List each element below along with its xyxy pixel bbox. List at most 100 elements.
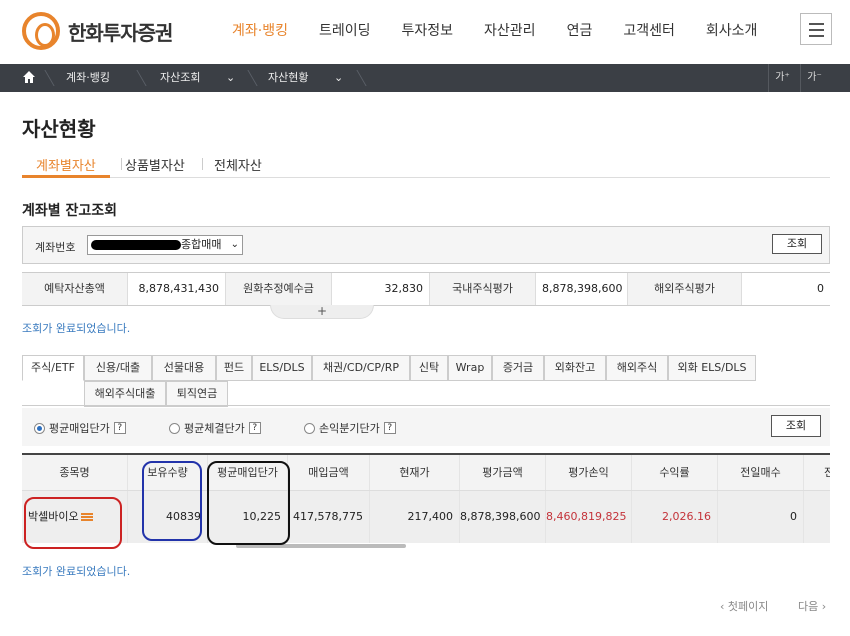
tab-els-dls[interactable]: ELS/DLS (252, 355, 312, 381)
font-size-down-button[interactable]: 가⁻ (800, 64, 828, 92)
holdings-grid: 종목명 보유수량 평균매입단가 매입금액 현재가 평가금액 평가손익 수익률 전… (22, 453, 830, 548)
nav-item-account-banking[interactable]: 계좌·뱅킹 (232, 20, 288, 40)
section-title: 계좌별 잔고조회 (22, 203, 118, 219)
summary-value: 8,878,398,600 (536, 273, 628, 305)
horizontal-scrollbar[interactable] (236, 544, 406, 548)
cell-eval-amount: 8,878,398,600 (460, 491, 546, 543)
summary-label: 해외주식평가 (628, 273, 742, 305)
cell-current-price: 217,400 (370, 491, 460, 543)
col-header-purchase-amount[interactable]: 매입금액 (288, 455, 370, 490)
page-title: 자산현황 (22, 117, 96, 141)
menu-lines-icon[interactable] (80, 513, 93, 521)
breadcrumb-item-account-banking[interactable]: 계좌·뱅킹 (66, 64, 110, 92)
tab-fund[interactable]: 펀드 (216, 355, 252, 381)
nav-item-asset-management[interactable]: 자산관리 (484, 20, 536, 40)
tab-stock-etf[interactable]: 주식/ETF (22, 355, 84, 381)
cell-avg-price: 10,225 (208, 491, 288, 543)
tab-trust[interactable]: 신탁 (410, 355, 448, 381)
radio-label: 평균체결단가 (184, 422, 245, 435)
col-header-prev-day-buy[interactable]: 전일매수 (718, 455, 804, 490)
radio-breakeven-price[interactable]: 손익분기단가 ? (304, 420, 396, 436)
account-query-button[interactable]: 조회 (772, 234, 822, 254)
nav-item-investment-info[interactable]: 투자정보 (402, 20, 454, 40)
col-header-current-price[interactable]: 현재가 (370, 455, 460, 490)
chevron-down-icon[interactable]: ⌄ (334, 64, 343, 92)
table-row[interactable]: 박셀바이오 40839 10,225 417,578,775 217,400 8… (22, 491, 830, 543)
menu-line-icon (809, 29, 824, 31)
nav-item-company[interactable]: 회사소개 (706, 20, 758, 40)
brand-logo[interactable]: 한화투자증권 (22, 12, 173, 50)
col-header-quantity[interactable]: 보유수량 (128, 455, 208, 490)
holdings-query-button[interactable]: 조회 (771, 415, 821, 437)
nav-item-customer-center[interactable]: 고객센터 (623, 20, 675, 40)
tab-fx-balance[interactable]: 외화잔고 (544, 355, 606, 381)
pager-first-label[interactable]: 첫페이지 (728, 600, 768, 613)
chevron-down-icon: ⌄ (230, 239, 239, 250)
cell-return-rate: 2,026.16 (632, 491, 718, 543)
tab-divider (202, 158, 203, 170)
logo-mark-icon (22, 12, 60, 50)
tab-bond-cd-cp-rp[interactable]: 채권/CD/CP/RP (312, 355, 410, 381)
summary-value: 32,830 (332, 273, 430, 305)
summary-value: 8,878,431,430 (128, 273, 226, 305)
hamburger-menu-button[interactable] (800, 13, 832, 45)
breadcrumb-item-asset-status[interactable]: 자산현황 (268, 64, 308, 92)
cell-purchase-amount: 417,578,775 (288, 491, 370, 543)
radio-avg-purchase-price[interactable]: 평균매입단가 ? (34, 420, 126, 436)
brand-name: 한화투자증권 (68, 20, 173, 45)
col-header-return-rate[interactable]: 수익률 (632, 455, 718, 490)
help-icon[interactable]: ? (248, 422, 261, 434)
help-icon[interactable]: ? (113, 422, 126, 434)
menu-line-icon (809, 23, 824, 25)
nav-item-pension[interactable]: 연금 (567, 20, 593, 40)
cell-prev-day-buy: 0 (718, 491, 804, 543)
radio-unchecked-icon (169, 422, 180, 434)
home-icon[interactable] (22, 70, 36, 84)
font-size-up-button[interactable]: 가⁺ (768, 64, 796, 92)
col-header-name[interactable]: 종목명 (22, 455, 128, 490)
pager-first-page[interactable]: ‹ 첫페이지 (720, 598, 768, 614)
tab-account-assets[interactable]: 계좌별자산 (36, 155, 96, 174)
breadcrumb-separator (238, 70, 258, 86)
tab-overseas-stock[interactable]: 해외주식 (606, 355, 668, 381)
nav-item-trading[interactable]: 트레이딩 (319, 20, 371, 40)
col-header-eval-amount[interactable]: 평가금액 (460, 455, 546, 490)
col-header-avg-price[interactable]: 평균매입단가 (208, 455, 288, 490)
expand-summary-button[interactable]: + (270, 305, 374, 319)
breadcrumb: 계좌·뱅킹 자산조회 ⌄ 자산현황 ⌄ 가⁺ 가⁻ (0, 64, 850, 92)
pager-next[interactable]: 다음 › (798, 598, 826, 614)
cell-eval-pl: 8,460,819,825 (546, 491, 632, 543)
tab-fx-els-dls[interactable]: 외화 ELS/DLS (668, 355, 756, 381)
tab-product-assets[interactable]: 상품별자산 (125, 155, 185, 174)
tab-futures-substitute[interactable]: 선물대용 (152, 355, 216, 381)
radio-label: 평균매입단가 (49, 422, 110, 435)
chevron-down-icon[interactable]: ⌄ (226, 64, 235, 92)
cell-quantity: 40839 (128, 491, 208, 543)
col-header-truncated[interactable]: 전 (804, 455, 830, 490)
tab-retirement-pension[interactable]: 퇴직연금 (166, 381, 228, 407)
asset-summary-table: 예탁자산총액 8,878,431,430 원화추정예수금 32,830 국내주식… (22, 272, 830, 306)
tab-divider (121, 158, 122, 170)
summary-label: 국내주식평가 (430, 273, 536, 305)
tab-credit-loan[interactable]: 신용/대출 (84, 355, 152, 381)
tab-wrap[interactable]: Wrap (448, 355, 492, 381)
breadcrumb-separator (347, 70, 367, 86)
tab-total-assets[interactable]: 전체자산 (214, 155, 262, 174)
asset-tabs: 계좌별자산 상품별자산 전체자산 (22, 152, 830, 178)
radio-checked-icon (34, 422, 45, 434)
tab-overseas-stock-loan[interactable]: 해외주식대출 (84, 381, 166, 407)
status-message-bottom: 조회가 완료되었습니다. (22, 565, 131, 578)
radio-avg-execution-price[interactable]: 평균체결단가 ? (169, 420, 261, 436)
stock-name[interactable]: 박셀바이오 (28, 510, 79, 523)
breadcrumb-item-asset-inquiry[interactable]: 자산조회 (160, 64, 200, 92)
radio-unchecked-icon (304, 422, 315, 434)
cell-stock-name[interactable]: 박셀바이오 (22, 491, 128, 543)
pager-next-label[interactable]: 다음 (798, 600, 818, 613)
help-icon[interactable]: ? (383, 422, 396, 434)
col-header-eval-pl[interactable]: 평가손익 (546, 455, 632, 490)
global-nav: 계좌·뱅킹 트레이딩 투자정보 자산관리 연금 고객센터 회사소개 (232, 20, 788, 40)
site-header: 한화투자증권 계좌·뱅킹 트레이딩 투자정보 자산관리 연금 고객센터 회사소개 (0, 0, 850, 64)
account-search-box: 계좌번호 종합매매 ⌄ 조회 (22, 226, 830, 264)
account-select[interactable]: 종합매매 ⌄ (87, 235, 243, 255)
tab-margin[interactable]: 증거금 (492, 355, 544, 381)
